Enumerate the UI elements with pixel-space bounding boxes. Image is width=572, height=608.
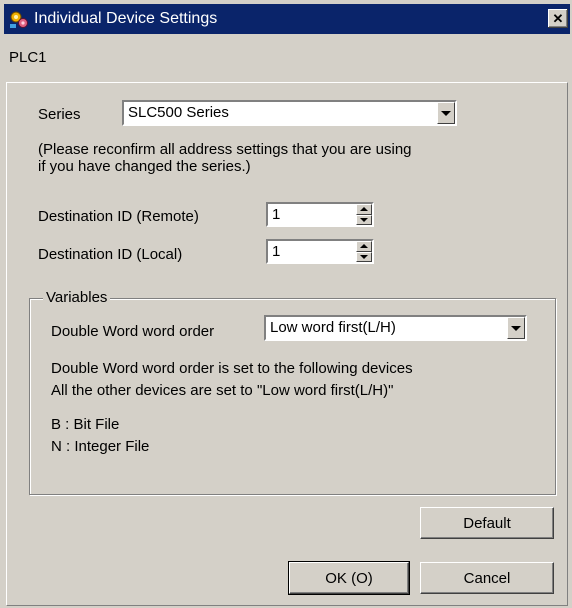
- series-notice-line1: (Please reconfirm all address settings t…: [38, 141, 412, 158]
- chevron-down-icon[interactable]: [507, 317, 525, 339]
- settings-app-icon: [8, 8, 30, 30]
- ok-button[interactable]: OK (O): [288, 561, 410, 595]
- series-dropdown[interactable]: SLC500 Series: [122, 100, 457, 126]
- destination-local-value: 1: [272, 243, 281, 260]
- destination-local-spinner[interactable]: 1: [266, 239, 374, 264]
- destination-remote-value: 1: [272, 206, 281, 223]
- title-bar[interactable]: Individual Device Settings ✕: [4, 4, 570, 34]
- spin-down-icon[interactable]: [356, 214, 372, 225]
- dword-info-line1: Double Word word order is set to the fol…: [51, 360, 413, 377]
- dword-order-dropdown[interactable]: Low word first(L/H): [264, 315, 527, 341]
- close-icon[interactable]: ✕: [548, 9, 568, 28]
- series-value: SLC500 Series: [128, 104, 229, 121]
- destination-remote-label: Destination ID (Remote): [38, 208, 199, 225]
- spin-up-icon[interactable]: [356, 241, 372, 252]
- default-button[interactable]: Default: [420, 507, 554, 539]
- destination-local-label: Destination ID (Local): [38, 246, 183, 263]
- dword-info-line2: All the other devices are set to "Low wo…: [51, 382, 394, 399]
- device-list-item: N : Integer File: [51, 438, 150, 455]
- spin-down-icon[interactable]: [356, 251, 372, 262]
- device-list-item: B : Bit File: [51, 416, 120, 433]
- plc-name-label: PLC1: [9, 49, 47, 66]
- variables-legend: Variables: [43, 289, 111, 306]
- dword-order-label: Double Word word order: [51, 323, 215, 340]
- dialog-window: Individual Device Settings ✕ PLC1 Series…: [0, 0, 572, 608]
- spin-up-icon[interactable]: [356, 204, 372, 215]
- chevron-down-icon[interactable]: [437, 102, 455, 124]
- destination-remote-spinner[interactable]: 1: [266, 202, 374, 227]
- window-title: Individual Device Settings: [34, 10, 218, 27]
- dword-order-value: Low word first(L/H): [270, 319, 396, 336]
- series-notice-line2: if you have changed the series.): [38, 158, 251, 175]
- series-label: Series: [38, 106, 81, 123]
- cancel-button[interactable]: Cancel: [420, 562, 554, 594]
